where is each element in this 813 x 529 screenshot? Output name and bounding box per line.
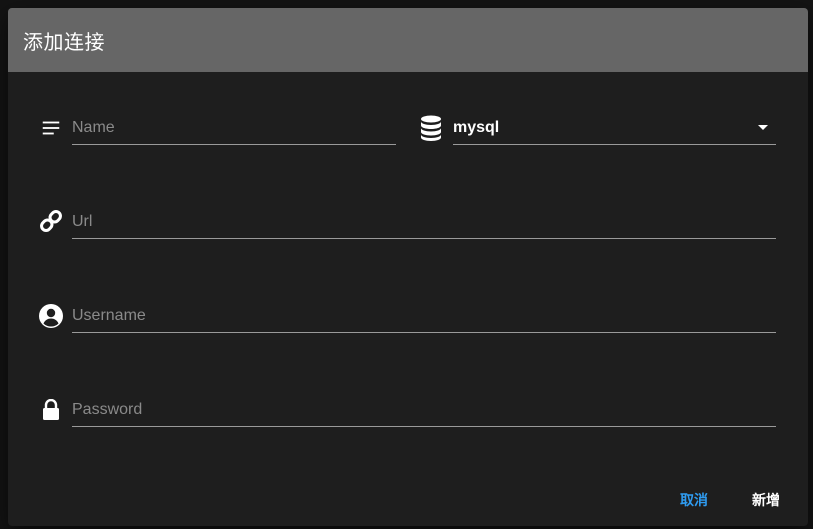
add-button[interactable]: 新增 bbox=[744, 486, 788, 514]
db-type-select[interactable]: mysql bbox=[453, 111, 776, 145]
dialog-title: 添加连接 bbox=[23, 29, 105, 54]
account-circle-icon bbox=[38, 303, 64, 329]
username-input[interactable] bbox=[72, 299, 776, 332]
name-field[interactable] bbox=[72, 111, 396, 145]
lock-icon bbox=[38, 397, 64, 423]
cancel-button[interactable]: 取消 bbox=[672, 486, 716, 514]
dialog-header: 添加连接 bbox=[8, 8, 808, 72]
subject-icon bbox=[38, 115, 64, 141]
name-input[interactable] bbox=[72, 111, 396, 144]
url-input[interactable] bbox=[72, 205, 776, 238]
url-field[interactable] bbox=[72, 205, 776, 239]
database-icon bbox=[418, 115, 444, 141]
dropdown-arrow-icon[interactable] bbox=[758, 125, 768, 130]
password-input[interactable] bbox=[72, 393, 776, 426]
password-field[interactable] bbox=[72, 393, 776, 427]
link-icon bbox=[38, 208, 64, 234]
add-connection-dialog: 添加连接 mysql bbox=[8, 8, 808, 526]
username-field[interactable] bbox=[72, 299, 776, 333]
db-type-value: mysql bbox=[453, 118, 500, 136]
